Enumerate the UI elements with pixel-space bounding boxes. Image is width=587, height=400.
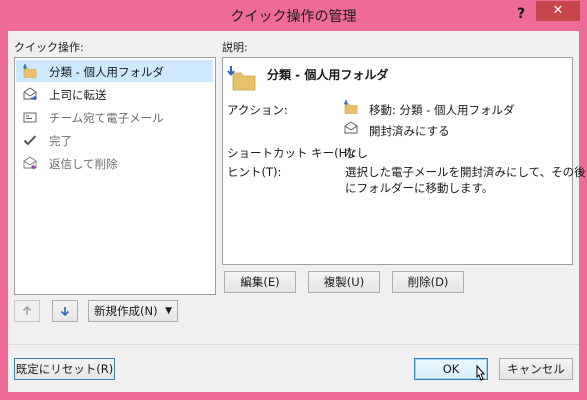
quick-steps-label: クイック操作:	[14, 41, 84, 54]
forward-mail-icon	[22, 86, 38, 102]
edit-button[interactable]: 編集(E)	[224, 271, 296, 293]
chevron-down-icon: ▼	[165, 306, 172, 316]
move-up-button[interactable]	[14, 300, 40, 322]
delete-button[interactable]: 削除(D)	[392, 271, 464, 293]
list-item-team-email[interactable]: チーム宛て電子メール	[16, 106, 213, 128]
hint-label: ヒント(T):	[227, 165, 282, 179]
help-button[interactable]: ?	[512, 4, 530, 24]
shortcut-label: ショートカット キー(H):	[227, 146, 356, 160]
list-item-label: チーム宛て電子メール	[49, 111, 164, 125]
hint-text-line2: にフォルダーに移動します。	[345, 181, 494, 195]
action-label: アクション:	[227, 103, 288, 117]
list-item-label: 返信して削除	[49, 157, 118, 171]
folder-move-icon	[22, 63, 38, 79]
reset-button[interactable]: 既定にリセット(R)	[14, 358, 115, 380]
checkmark-icon	[22, 132, 38, 148]
quick-steps-list[interactable]: 分類 - 個人用フォルダ 上司に転送 チーム宛て電子メール 完了 返信して削除	[14, 57, 216, 295]
dialog-client: クイック操作: 分類 - 個人用フォルダ 上司に転送 チーム宛て電子メール 完了…	[8, 31, 586, 392]
dialog-window: クイック操作の管理 ? ✕ クイック操作: 分類 - 個人用フォルダ 上司に転送	[0, 0, 587, 400]
description-panel: 分類 - 個人用フォルダ アクション: 移動: 分類 - 個人用フォルダ 開封済…	[222, 57, 586, 265]
reply-delete-icon	[22, 155, 38, 171]
team-email-icon	[22, 109, 38, 125]
envelope-open-icon	[343, 120, 359, 139]
quick-step-title: 分類 - 個人用フォルダ	[267, 68, 389, 82]
description-label: 説明:	[222, 41, 248, 54]
dialog-footer: 既定にリセット(R) OK キャンセル	[8, 345, 579, 392]
folder-move-icon	[343, 99, 359, 118]
list-item-categorize[interactable]: 分類 - 個人用フォルダ	[16, 60, 213, 82]
new-button[interactable]: 新規作成(N) ▼	[88, 300, 178, 322]
list-item-label: 完了	[49, 134, 72, 148]
cancel-button[interactable]: キャンセル	[499, 358, 573, 380]
list-item-done[interactable]: 完了	[16, 129, 213, 151]
close-button[interactable]: ✕	[536, 1, 580, 21]
list-item-forward-boss[interactable]: 上司に転送	[16, 83, 213, 105]
arrow-up-icon	[21, 305, 33, 320]
action-mark-read: 開封済みにする	[369, 124, 450, 138]
mouse-cursor-icon	[473, 364, 487, 388]
action-move: 移動: 分類 - 個人用フォルダ	[369, 103, 515, 117]
folder-move-large-icon	[227, 65, 257, 94]
list-item-label: 分類 - 個人用フォルダ	[49, 65, 164, 79]
new-button-label: 新規作成(N)	[94, 304, 158, 318]
list-item-reply-delete[interactable]: 返信して削除	[16, 152, 213, 174]
hint-text-line1: 選択した電子メールを開封済みにして、その後	[345, 165, 586, 179]
arrow-down-icon	[59, 305, 71, 320]
dialog-title: クイック操作の管理	[230, 9, 357, 25]
title-bar[interactable]: クイック操作の管理 ? ✕	[0, 0, 587, 31]
duplicate-button[interactable]: 複製(U)	[308, 271, 380, 293]
move-down-button[interactable]	[52, 300, 78, 322]
list-item-label: 上司に転送	[49, 88, 107, 102]
shortcut-value: なし	[345, 146, 368, 160]
